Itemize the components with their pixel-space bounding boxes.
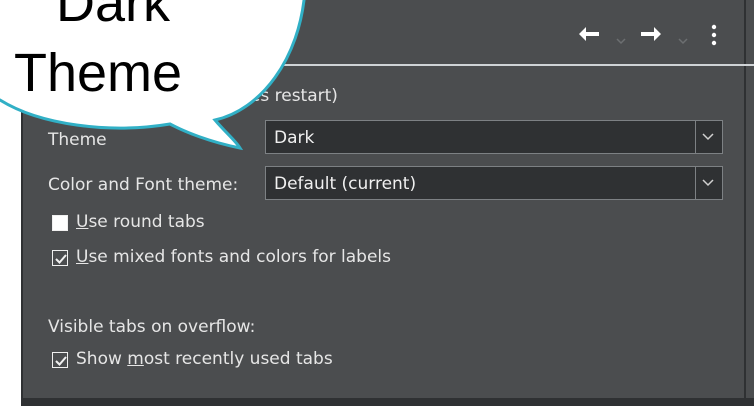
mixed-fonts-label[interactable]: Use mixed fonts and colors for labels: [76, 247, 391, 267]
back-arrow-icon[interactable]: [578, 26, 600, 42]
callout-line-2: Theme: [14, 43, 183, 103]
mru-tabs-checkbox[interactable]: [52, 352, 68, 368]
mru-tabs-text: ost recently used tabs: [143, 349, 333, 369]
round-tabs-checkbox[interactable]: [52, 215, 68, 231]
overflow-section-label: Visible tabs on overflow:: [48, 317, 256, 337]
theme-select[interactable]: Dark: [265, 120, 723, 154]
chevron-down-icon[interactable]: [695, 121, 722, 153]
mixed-fonts-text: se mixed fonts and colors for labels: [88, 247, 391, 267]
back-dropdown-icon[interactable]: [616, 30, 626, 49]
forward-arrow-icon[interactable]: [640, 26, 662, 42]
color-font-theme-value: Default (current): [274, 174, 417, 194]
mru-tabs-label[interactable]: Show most recently used tabs: [76, 349, 333, 369]
panel-right-border: [744, 0, 746, 406]
chevron-down-icon[interactable]: [695, 167, 722, 199]
mru-tabs-text-pre: Show: [76, 349, 128, 369]
color-font-theme-select[interactable]: Default (current): [265, 166, 723, 200]
checkmark-icon: [55, 254, 67, 264]
round-tabs-label[interactable]: Use round tabs: [76, 212, 205, 232]
mru-tabs-mnemonic: m: [127, 349, 144, 369]
more-vertical-icon[interactable]: [710, 24, 718, 46]
round-tabs-mnemonic: U: [76, 212, 89, 232]
checkmark-icon: [55, 356, 67, 366]
forward-dropdown-icon[interactable]: [678, 30, 688, 49]
color-font-theme-label: Color and Font theme:: [48, 175, 239, 195]
mixed-fonts-checkbox[interactable]: [52, 250, 68, 266]
panel-bottom-border: [21, 398, 754, 406]
round-tabs-text: se round tabs: [88, 212, 205, 232]
callout-line-1: Dark: [56, 0, 171, 33]
mixed-fonts-mnemonic: U: [76, 247, 89, 267]
